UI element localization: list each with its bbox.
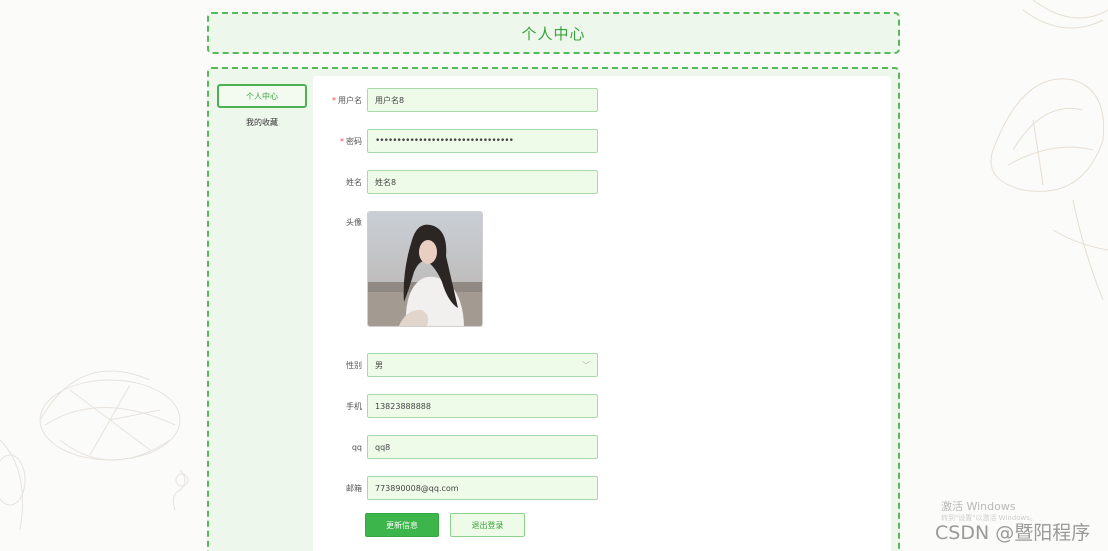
required-marker: * [332,95,336,105]
csdn-watermark: CSDN @暨阳程序 [935,522,1091,544]
qq-label: qq [351,442,362,452]
windows-activation-text: 激活 Windows [941,500,1016,513]
phone-label: 手机 [346,401,362,411]
avatar-row: 头像 [313,211,483,327]
gender-row: 性别 男 ﹀ [313,353,598,377]
main-container: 个人中心 我的收藏 * 用户名 用户名8 * 密码 ••••••••••••••••… [207,67,900,551]
email-row: 邮箱 773890008@qq.com [313,476,598,500]
password-input[interactable]: •••••••••••••••••••••••••••••••• [367,129,598,153]
qq-row: qq qq8 [313,435,598,459]
gender-value: 男 [375,360,383,370]
lotus-background-left [0,330,210,551]
username-row: * 用户名 用户名8 [313,88,598,112]
avatar-image[interactable] [367,211,483,327]
sidebar-item-favorites[interactable]: 我的收藏 [217,110,307,134]
name-label: 姓名 [346,177,362,187]
name-input[interactable]: 姓名8 [367,170,598,194]
logout-button[interactable]: 退出登录 [450,513,525,537]
password-row: * 密码 •••••••••••••••••••••••••••••••• [313,129,598,153]
page-title: 个人中心 [521,24,586,43]
profile-form: * 用户名 用户名8 * 密码 ••••••••••••••••••••••••••… [313,76,891,551]
page-header: 个人中心 [207,12,900,54]
gender-select[interactable]: 男 ﹀ [367,353,598,377]
password-label: * 密码 [340,136,362,146]
lotus-background-right [963,0,1108,300]
name-row: 姓名 姓名8 [313,170,598,194]
email-input[interactable]: 773890008@qq.com [367,476,598,500]
qq-input[interactable]: qq8 [367,435,598,459]
phone-row: 手机 13823888888 [313,394,598,418]
required-marker: * [340,136,344,146]
gender-label: 性别 [346,360,362,370]
username-input[interactable]: 用户名8 [367,88,598,112]
email-label: 邮箱 [346,483,362,493]
username-label: * 用户名 [332,95,362,105]
phone-input[interactable]: 13823888888 [367,394,598,418]
sidebar: 个人中心 我的收藏 [217,84,307,136]
avatar-label: 头像 [346,218,362,227]
chevron-down-icon: ﹀ [582,360,590,370]
sidebar-item-profile[interactable]: 个人中心 [217,84,307,108]
update-info-button[interactable]: 更新信息 [365,513,439,537]
